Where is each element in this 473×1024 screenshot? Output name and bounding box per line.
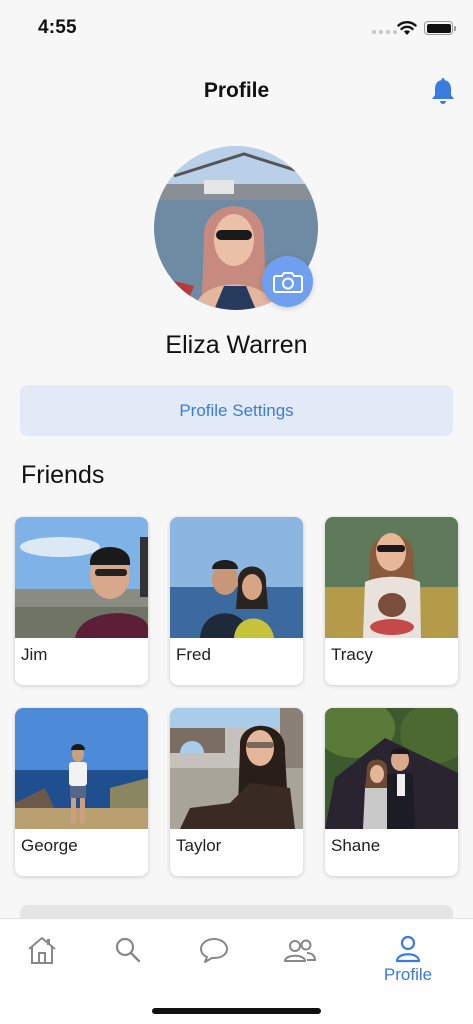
tab-friends[interactable] (270, 935, 330, 985)
tab-search[interactable] (98, 935, 158, 985)
status-bar: 4:55 (0, 0, 473, 56)
home-indicator (152, 1008, 321, 1014)
friend-card-fred[interactable]: Fred (170, 517, 303, 685)
tab-home[interactable] (12, 935, 72, 985)
friend-card-shane[interactable]: Shane (325, 708, 458, 876)
search-icon (115, 937, 141, 963)
change-photo-button[interactable] (262, 256, 313, 307)
friend-name: George (21, 836, 78, 855)
status-time: 4:55 (38, 17, 77, 38)
friends-icon (284, 939, 317, 962)
profile-icon (395, 935, 421, 963)
page-title: Profile (203, 79, 270, 102)
wifi-icon (397, 21, 417, 35)
friend-photo (15, 708, 148, 829)
friend-name: Fred (176, 645, 211, 664)
camera-icon (272, 271, 303, 293)
battery-icon (424, 21, 456, 35)
tab-chat[interactable] (184, 935, 244, 985)
friend-name: Shane (331, 836, 381, 855)
friend-photo (325, 517, 458, 638)
bell-icon[interactable] (430, 78, 456, 106)
home-icon (28, 937, 56, 964)
friend-name: Taylor (176, 836, 222, 855)
friend-card-tracy[interactable]: Tracy (325, 517, 458, 685)
profile-settings-button[interactable]: Profile Settings (20, 385, 453, 436)
friend-card-jim[interactable]: Jim (15, 517, 148, 685)
tab-profile[interactable]: Profile (378, 935, 438, 985)
friend-photo (170, 517, 303, 638)
friend-photo (325, 708, 458, 829)
friend-card-george[interactable]: George (15, 708, 148, 876)
chat-icon (200, 938, 228, 963)
friend-photo (15, 517, 148, 638)
user-name: Eliza Warren (165, 331, 308, 359)
friend-card-taylor[interactable]: Taylor (170, 708, 303, 876)
signal-icon (372, 30, 397, 34)
friend-name: Jim (21, 645, 48, 664)
friends-heading: Friends (21, 461, 105, 489)
friend-name: Tracy (331, 645, 373, 664)
friend-photo (170, 708, 303, 829)
tab-profile-label: Profile (383, 965, 433, 984)
